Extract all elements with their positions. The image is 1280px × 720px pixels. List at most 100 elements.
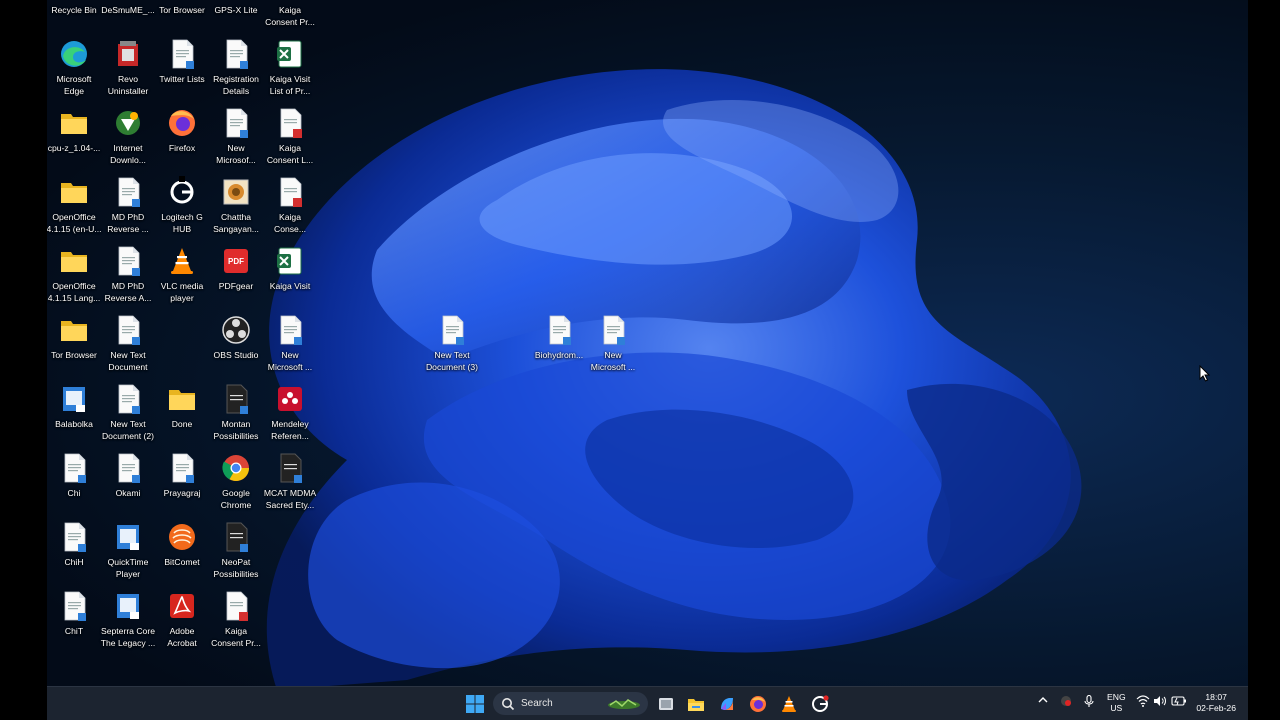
desktop-icon[interactable]: Google Chrome <box>209 449 263 515</box>
desktop-icon-label: ChiT <box>64 626 84 636</box>
desktop-icon-label: cpu-z_1.04-... <box>47 143 101 153</box>
desktop-icon[interactable]: New Microsoft ... <box>586 311 640 377</box>
desktop-icon-label: OBS Studio <box>213 350 259 360</box>
vlc-button[interactable] <box>777 692 801 716</box>
desktop-icon[interactable]: OpenOffice 4.1.15 (en-U... <box>47 173 101 239</box>
desktop-icon[interactable]: Kaiga Visit List of Pr... <box>263 35 317 101</box>
desktop-icon[interactable]: OBS Studio <box>209 311 263 377</box>
doc-icon <box>165 37 199 71</box>
file-explorer-button[interactable] <box>684 692 708 716</box>
search-box[interactable]: Search <box>493 692 648 715</box>
desktop-icon-label: Septerra Core The Legacy ... <box>100 626 156 648</box>
bitcomet-icon <box>165 520 199 554</box>
desktop-icon[interactable]: Revo Uninstaller <box>101 35 155 101</box>
start-button[interactable] <box>463 692 487 716</box>
desktop-icon[interactable]: ChiT <box>47 587 101 653</box>
desktop-icon-label: New Microsof... <box>216 143 256 165</box>
app-icon <box>111 520 145 554</box>
desktop-icon[interactable]: Microsoft Edge <box>47 35 101 101</box>
desktop-icon-label: BitComet <box>164 557 200 567</box>
desktop-icon[interactable]: Biohydrom... <box>532 311 586 377</box>
desktop-icon[interactable]: Prayagraj <box>155 449 209 515</box>
desktop-icon[interactable]: MCAT MDMA Sacred Ety... <box>263 449 317 515</box>
desktop-icon[interactable]: Kaiga Consent Pr... <box>263 0 317 32</box>
doc-icon <box>596 313 630 347</box>
input-language-indicator[interactable]: ENG US <box>1107 692 1126 714</box>
desktop-icon[interactable]: Mendeley Referen... <box>263 380 317 446</box>
idm-icon <box>111 106 145 140</box>
desktop-icon[interactable]: Twitter Lists <box>155 35 209 101</box>
desktop-icon[interactable]: ChiH <box>47 518 101 584</box>
desktop-icon-label: Kaiga Consent Pr... <box>265 5 315 27</box>
desktop-icon[interactable]: Okami <box>101 449 155 515</box>
desktop-icon[interactable]: Kaiga Visit <box>263 242 317 308</box>
desktop-icon[interactable]: Firefox <box>155 104 209 170</box>
doc-icon <box>273 0 307 2</box>
logitech-icon <box>165 175 199 209</box>
recycle-icon <box>57 0 91 2</box>
desktop-icon[interactable]: New Text Document (3) <box>425 311 479 377</box>
desktop-icon-label: Tor Browser <box>51 350 97 360</box>
desktop-icon[interactable]: PDF PDFgear <box>209 242 263 308</box>
desktop-icon[interactable]: Chattha Sangayan... <box>209 173 263 239</box>
excel-icon <box>273 37 307 71</box>
task-view-button[interactable] <box>654 692 678 716</box>
desktop[interactable]: Recycle Bin DeSmuME_... Tor Browser GPS-X L… <box>47 0 1248 720</box>
desktop-icon[interactable]: Internet Downlo... <box>101 104 155 170</box>
desktop-icon[interactable]: Kaiga Consent L... <box>263 104 317 170</box>
desktop-icon[interactable]: Kaiga Conse... <box>263 173 317 239</box>
desktop-icon[interactable]: QuickTime Player <box>101 518 155 584</box>
desktop-icon-label: Biohydrom... <box>534 350 584 360</box>
desktop-icon[interactable]: Registration Details <box>209 35 263 101</box>
desktop-icon-label: Prayagraj <box>163 488 201 498</box>
dark-icon <box>219 520 253 554</box>
desktop-icon[interactable]: New Text Document <box>101 311 155 377</box>
desktop-icon[interactable]: DeSmuME_... <box>101 0 155 32</box>
desktop-icon[interactable]: cpu-z_1.04-... <box>47 104 101 170</box>
volume-button[interactable] <box>1153 695 1167 709</box>
desktop-icon[interactable]: BitComet <box>155 518 209 584</box>
show-hidden-icons-button[interactable] <box>1038 695 1048 707</box>
desktop-icon[interactable]: Chi <box>47 449 101 515</box>
desktop-icon[interactable]: MD PhD Reverse ... <box>101 173 155 239</box>
desktop-icon[interactable]: MD PhD Reverse A... <box>101 242 155 308</box>
desktop-icon[interactable]: Balabolka <box>47 380 101 446</box>
battery-button[interactable] <box>1171 695 1187 709</box>
desktop-icon-label: New Text Document <box>108 350 148 372</box>
doc-icon <box>542 313 576 347</box>
desktop-icon[interactable]: New Microsof... <box>209 104 263 170</box>
desktop-icon[interactable]: GPS-X Lite <box>209 0 263 32</box>
network-button[interactable] <box>1136 695 1150 709</box>
desktop-icon[interactable]: Septerra Core The Legacy ... <box>101 587 155 653</box>
desktop-icon[interactable]: Kaiga Consent Pr... <box>209 587 263 653</box>
desktop-icon-label: Balabolka <box>55 419 93 429</box>
desktop-icon[interactable]: Logitech G HUB <box>155 173 209 239</box>
desktop-icon[interactable]: Adobe Acrobat <box>155 587 209 653</box>
desktop-icon[interactable]: VLC media player <box>155 242 209 308</box>
tray-app-button[interactable] <box>1060 695 1072 709</box>
time: 18:07 <box>1205 692 1227 702</box>
desktop-icon[interactable]: Tor Browser <box>155 0 209 32</box>
doc-icon <box>435 313 469 347</box>
app-icon <box>111 589 145 623</box>
microphone-icon <box>1084 694 1094 707</box>
dark-icon <box>273 451 307 485</box>
copilot-button[interactable] <box>715 692 739 716</box>
desktop-icon[interactable]: OpenOffice 4.1.15 Lang... <box>47 242 101 308</box>
clock[interactable]: 18:07 02-Feb-26 <box>1196 692 1236 714</box>
desktop-icon-label: MCAT MDMA Sacred Ety... <box>263 488 317 510</box>
desktop-icon-label: Kaiga Consent Pr... <box>211 626 261 648</box>
desktop-icon[interactable]: Tor Browser <box>47 311 101 377</box>
desktop-icon[interactable]: New Microsoft ... <box>263 311 317 377</box>
logitech-button[interactable] <box>808 692 832 716</box>
desktop-icon-label: New Text Document (3) <box>425 350 479 372</box>
firefox-button[interactable] <box>746 692 770 716</box>
desktop-icon[interactable]: Montan Possibilities <box>209 380 263 446</box>
date: 02-Feb-26 <box>1196 703 1236 713</box>
chrome-icon <box>219 451 253 485</box>
desktop-icon[interactable]: Recycle Bin <box>47 0 101 32</box>
microphone-button[interactable] <box>1084 694 1094 709</box>
desktop-icon[interactable]: NeoPat Possibilities <box>209 518 263 584</box>
desktop-icon[interactable]: New Text Document (2) <box>101 380 155 446</box>
desktop-icon[interactable]: Done <box>155 380 209 446</box>
